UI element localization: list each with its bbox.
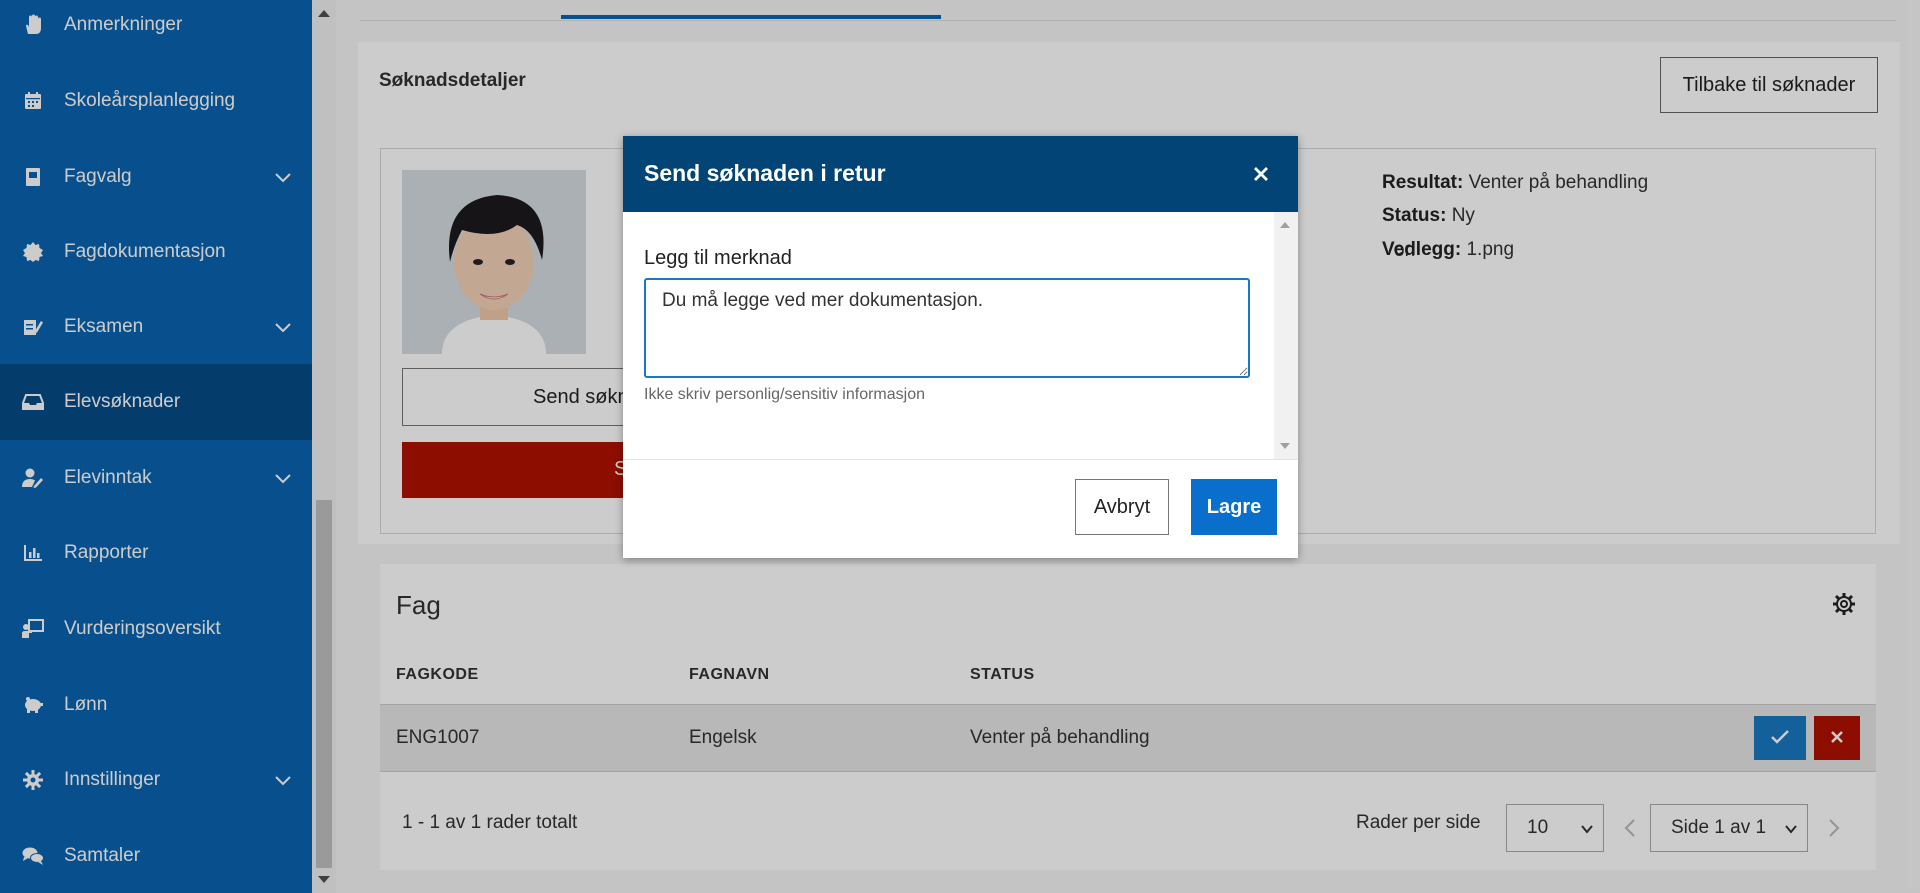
remark-label: Legg til merknad [644, 247, 792, 269]
scroll-up-arrow-icon[interactable] [1280, 222, 1290, 228]
return-application-dialog: Send søknaden i retur Legg til merknad D… [623, 136, 1298, 558]
close-icon[interactable] [1251, 164, 1271, 184]
dialog-scrollbar[interactable] [1274, 212, 1298, 459]
remark-hint: Ikke skriv personlig/sensitiv informasjo… [644, 386, 925, 403]
cancel-button[interactable]: Avbryt [1075, 479, 1169, 535]
dialog-footer: Avbryt Lagre [623, 459, 1298, 558]
dialog-title: Send søknaden i retur [644, 160, 886, 186]
remark-textarea[interactable]: Du må legge ved mer dokumentasjon. [644, 278, 1250, 378]
dialog-header: Send søknaden i retur [623, 136, 1298, 212]
scroll-down-arrow-icon[interactable] [1280, 443, 1290, 449]
save-button[interactable]: Lagre [1191, 479, 1277, 535]
